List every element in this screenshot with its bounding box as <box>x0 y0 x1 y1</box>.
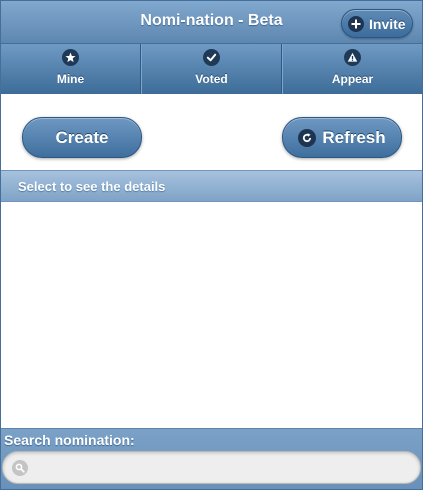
tab-voted[interactable]: Voted <box>141 44 282 94</box>
action-row: Create Refresh <box>1 94 422 170</box>
search-footer: Search nomination: <box>1 428 422 489</box>
search-icon <box>12 460 28 476</box>
search-input[interactable] <box>33 456 413 480</box>
invite-label: Invite <box>369 15 406 32</box>
create-button[interactable]: Create <box>22 117 142 158</box>
header-bar: Nomi-nation - Beta Invite <box>1 1 422 44</box>
plus-icon <box>348 15 364 32</box>
refresh-icon <box>298 128 317 147</box>
tab-mine[interactable]: Mine <box>1 44 141 94</box>
tab-voted-label: Voted <box>195 72 228 86</box>
invite-button[interactable]: Invite <box>341 9 413 38</box>
search-box[interactable] <box>2 451 421 484</box>
create-label: Create <box>55 127 109 147</box>
tab-appear[interactable]: Appear <box>282 44 422 94</box>
list-divider: Select to see the details <box>1 170 422 202</box>
nomination-list[interactable] <box>1 202 422 428</box>
refresh-label: Refresh <box>322 127 386 147</box>
tab-mine-label: Mine <box>56 72 85 86</box>
star-icon <box>62 49 79 66</box>
nav-bar: Mine Voted Appear <box>1 44 422 94</box>
search-label: Search nomination: <box>4 432 135 448</box>
list-header: Select to see the details <box>18 179 166 194</box>
app-window: Nomi-nation - Beta Invite Mine Voted App… <box>0 0 423 490</box>
alert-icon <box>344 49 361 66</box>
refresh-button[interactable]: Refresh <box>282 117 402 158</box>
check-icon <box>203 49 220 66</box>
tab-appear-label: Appear <box>331 72 374 86</box>
